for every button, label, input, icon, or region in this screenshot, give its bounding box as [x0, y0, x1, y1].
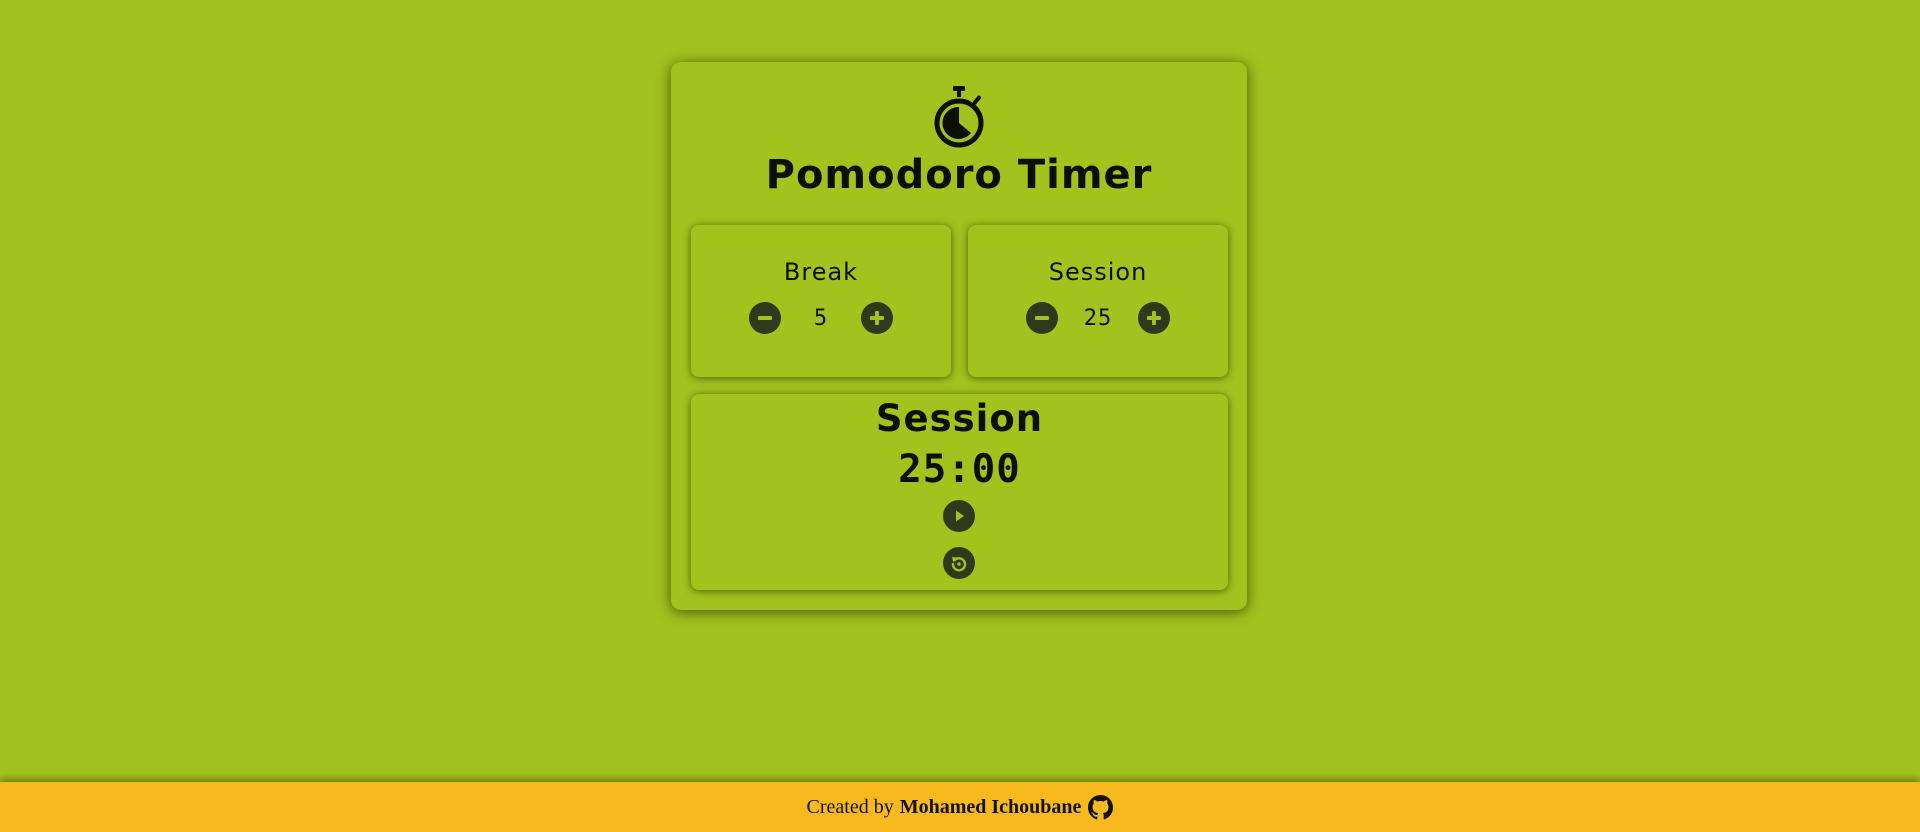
timer-label: Session [875, 397, 1044, 440]
play-icon [956, 510, 964, 522]
break-label: Break [783, 258, 859, 286]
stopwatch-icon [934, 86, 984, 148]
start-stop-button[interactable] [943, 500, 975, 532]
github-icon[interactable] [1088, 794, 1114, 820]
minus-circle-icon [758, 316, 772, 320]
break-controls: 5 [691, 302, 951, 334]
timer-panel: Session 25:00 [691, 394, 1228, 590]
session-decrement-button[interactable] [1026, 302, 1058, 334]
break-decrement-button[interactable] [749, 302, 781, 334]
session-length-value: 25 [1083, 305, 1113, 331]
break-length-value: 5 [813, 305, 829, 331]
plus-circle-icon [1147, 311, 1161, 325]
page-title: Pomodoro Timer [765, 152, 1153, 198]
footer: Created by Mohamed Ichoubane [0, 782, 1920, 832]
break-length-panel: Break 5 [691, 225, 951, 377]
author-name: Mohamed Ichoubane [899, 795, 1082, 818]
break-increment-button[interactable] [861, 302, 893, 334]
plus-circle-icon [870, 311, 884, 325]
session-increment-button[interactable] [1138, 302, 1170, 334]
reset-button[interactable] [943, 547, 975, 579]
minus-circle-icon [1035, 316, 1049, 320]
session-label: Session [1048, 258, 1148, 286]
time-left-display: 25:00 [898, 447, 1021, 492]
session-length-panel: Session 25 [968, 225, 1228, 377]
session-controls: 25 [968, 302, 1228, 334]
pomodoro-app: Pomodoro Timer Break 5 Session 25 Sessio… [671, 62, 1247, 610]
footer-prefix: Created by [806, 795, 894, 818]
app-header: Pomodoro Timer [671, 84, 1247, 197]
reset-icon [951, 557, 967, 572]
